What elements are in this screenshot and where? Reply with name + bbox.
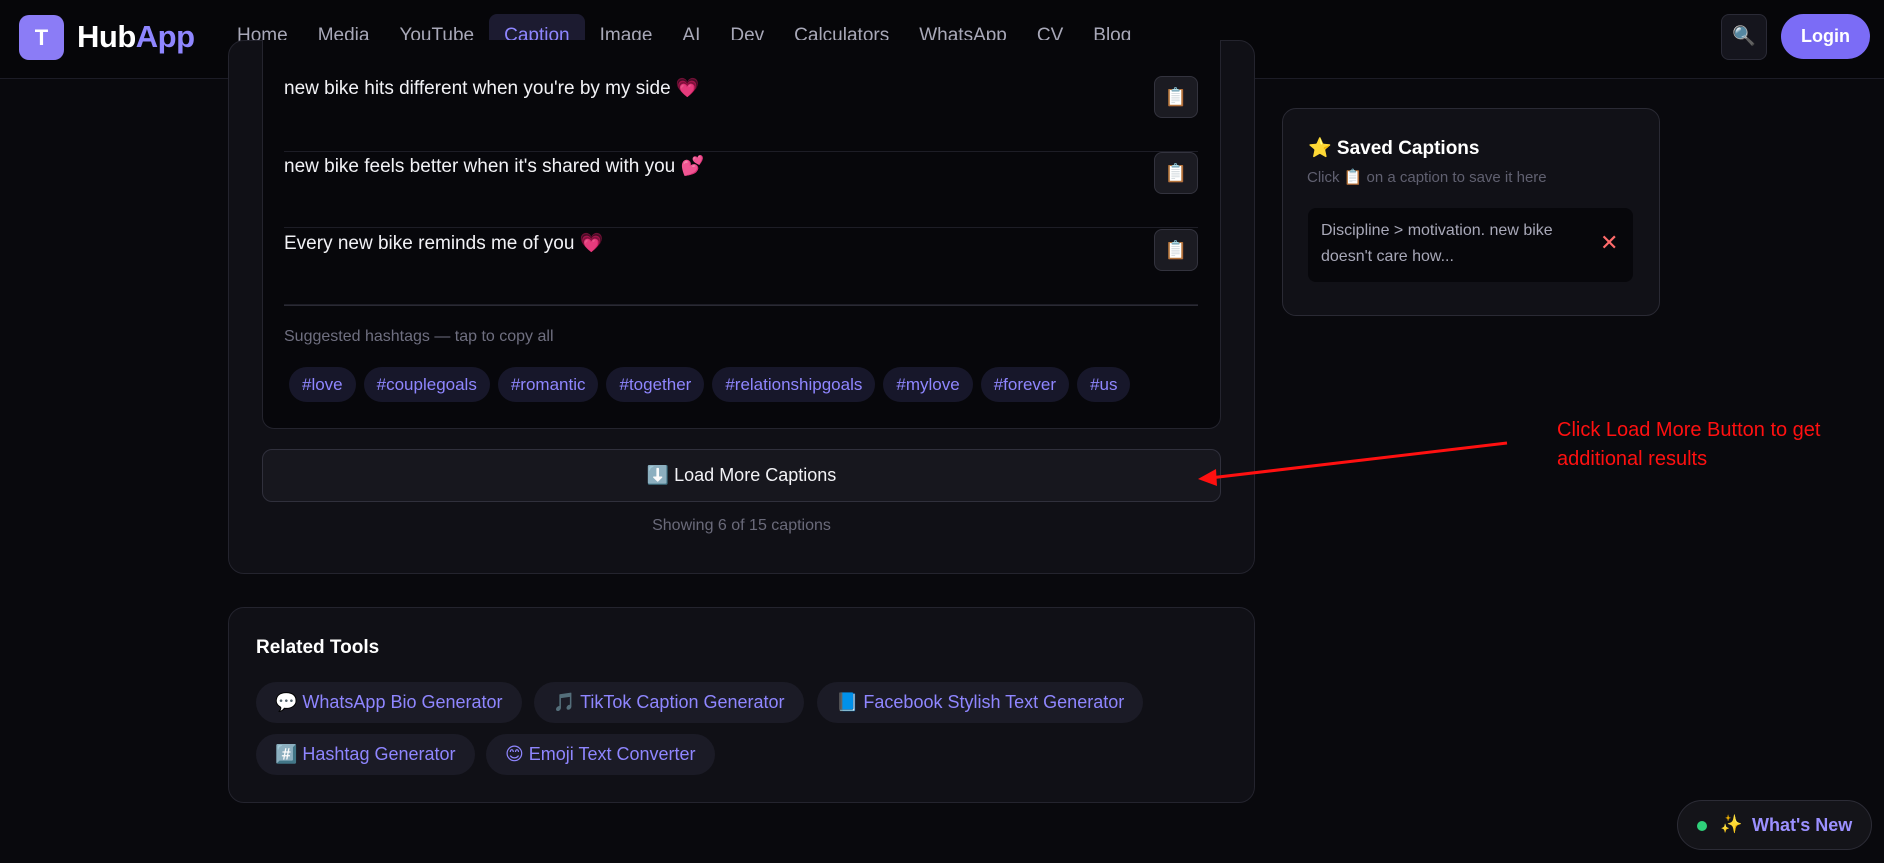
related-tool-facebook-stylish[interactable]: 📘 Facebook Stylish Text Generator <box>817 682 1144 723</box>
search-icon: 🔍 <box>1732 26 1756 47</box>
hashtag-chip[interactable]: #forever <box>980 367 1070 402</box>
caption-text: new bike feels better when it's shared w… <box>284 156 705 177</box>
clipboard-icon: 📋 <box>1164 240 1188 260</box>
hashtag-chip[interactable]: #couplegoals <box>363 367 490 402</box>
annotation-text: Click Load More Button to get additional… <box>1557 419 1821 470</box>
copy-caption-button[interactable]: 📋 <box>1154 76 1198 118</box>
logo-hub: Hub <box>77 19 136 54</box>
saved-captions-hint: Click 📋 on a caption to save it here <box>1307 169 1547 186</box>
hashtag-chip[interactable]: #romantic <box>497 367 599 402</box>
remove-saved-caption-icon[interactable]: ✕ <box>1600 230 1618 256</box>
logo-text[interactable]: HubApp <box>77 19 195 55</box>
whats-new-button[interactable]: ✨ What's New <box>1677 800 1872 850</box>
hashtag-chip[interactable]: #us <box>1077 367 1131 402</box>
saved-captions-title: ⭐ Saved Captions <box>1308 138 1480 159</box>
sparkles-icon: ✨ <box>1720 814 1743 834</box>
status-dot-icon <box>1697 821 1707 831</box>
caption-row: new bike feels better when it's shared w… <box>284 152 1198 228</box>
hashtag-list: #love #couplegoals #romantic #together #… <box>289 367 1138 402</box>
divider <box>284 305 1198 306</box>
caption-row: new bike hits different when you're by m… <box>284 76 1198 152</box>
related-tools-title: Related Tools <box>256 637 380 658</box>
hashtag-chip[interactable]: #love <box>289 367 356 402</box>
logo-badge[interactable]: T <box>19 15 64 60</box>
caption-count-text: Showing 6 of 15 captions <box>652 517 831 534</box>
caption-text: Every new bike reminds me of you 💗 <box>284 233 604 254</box>
caption-row: Every new bike reminds me of you 💗 📋 <box>284 229 1198 305</box>
hashtag-chip[interactable]: #mylove <box>883 367 973 402</box>
saved-caption-text: Discipline > motivation. new bike doesn'… <box>1321 222 1553 265</box>
logo-app: App <box>135 19 195 54</box>
search-button[interactable]: 🔍 <box>1721 14 1767 60</box>
clipboard-icon: 📋 <box>1164 87 1188 107</box>
related-tool-tiktok-caption[interactable]: 🎵 TikTok Caption Generator <box>534 682 804 723</box>
related-tool-whatsapp-bio[interactable]: 💬 WhatsApp Bio Generator <box>256 682 522 723</box>
whats-new-label: What's New <box>1752 815 1853 835</box>
login-button[interactable]: Login <box>1781 14 1870 59</box>
clipboard-icon: 📋 <box>1164 163 1188 183</box>
annotation-arrow-icon <box>1198 441 1508 486</box>
copy-caption-button[interactable]: 📋 <box>1154 229 1198 271</box>
hashtags-title: Suggested hashtags — tap to copy all <box>284 328 554 345</box>
load-more-button[interactable]: ⬇️ Load More Captions <box>262 449 1221 502</box>
caption-text: new bike hits different when you're by m… <box>284 78 700 99</box>
copy-caption-button[interactable]: 📋 <box>1154 152 1198 194</box>
hashtag-chip[interactable]: #together <box>606 367 705 402</box>
saved-caption-item[interactable]: Discipline > motivation. new bike doesn'… <box>1308 208 1633 282</box>
related-tool-emoji-converter[interactable]: 😊 Emoji Text Converter <box>486 734 715 775</box>
hashtag-chip[interactable]: #relationshipgoals <box>712 367 876 402</box>
related-tool-hashtag-generator[interactable]: #️⃣ Hashtag Generator <box>256 734 475 775</box>
